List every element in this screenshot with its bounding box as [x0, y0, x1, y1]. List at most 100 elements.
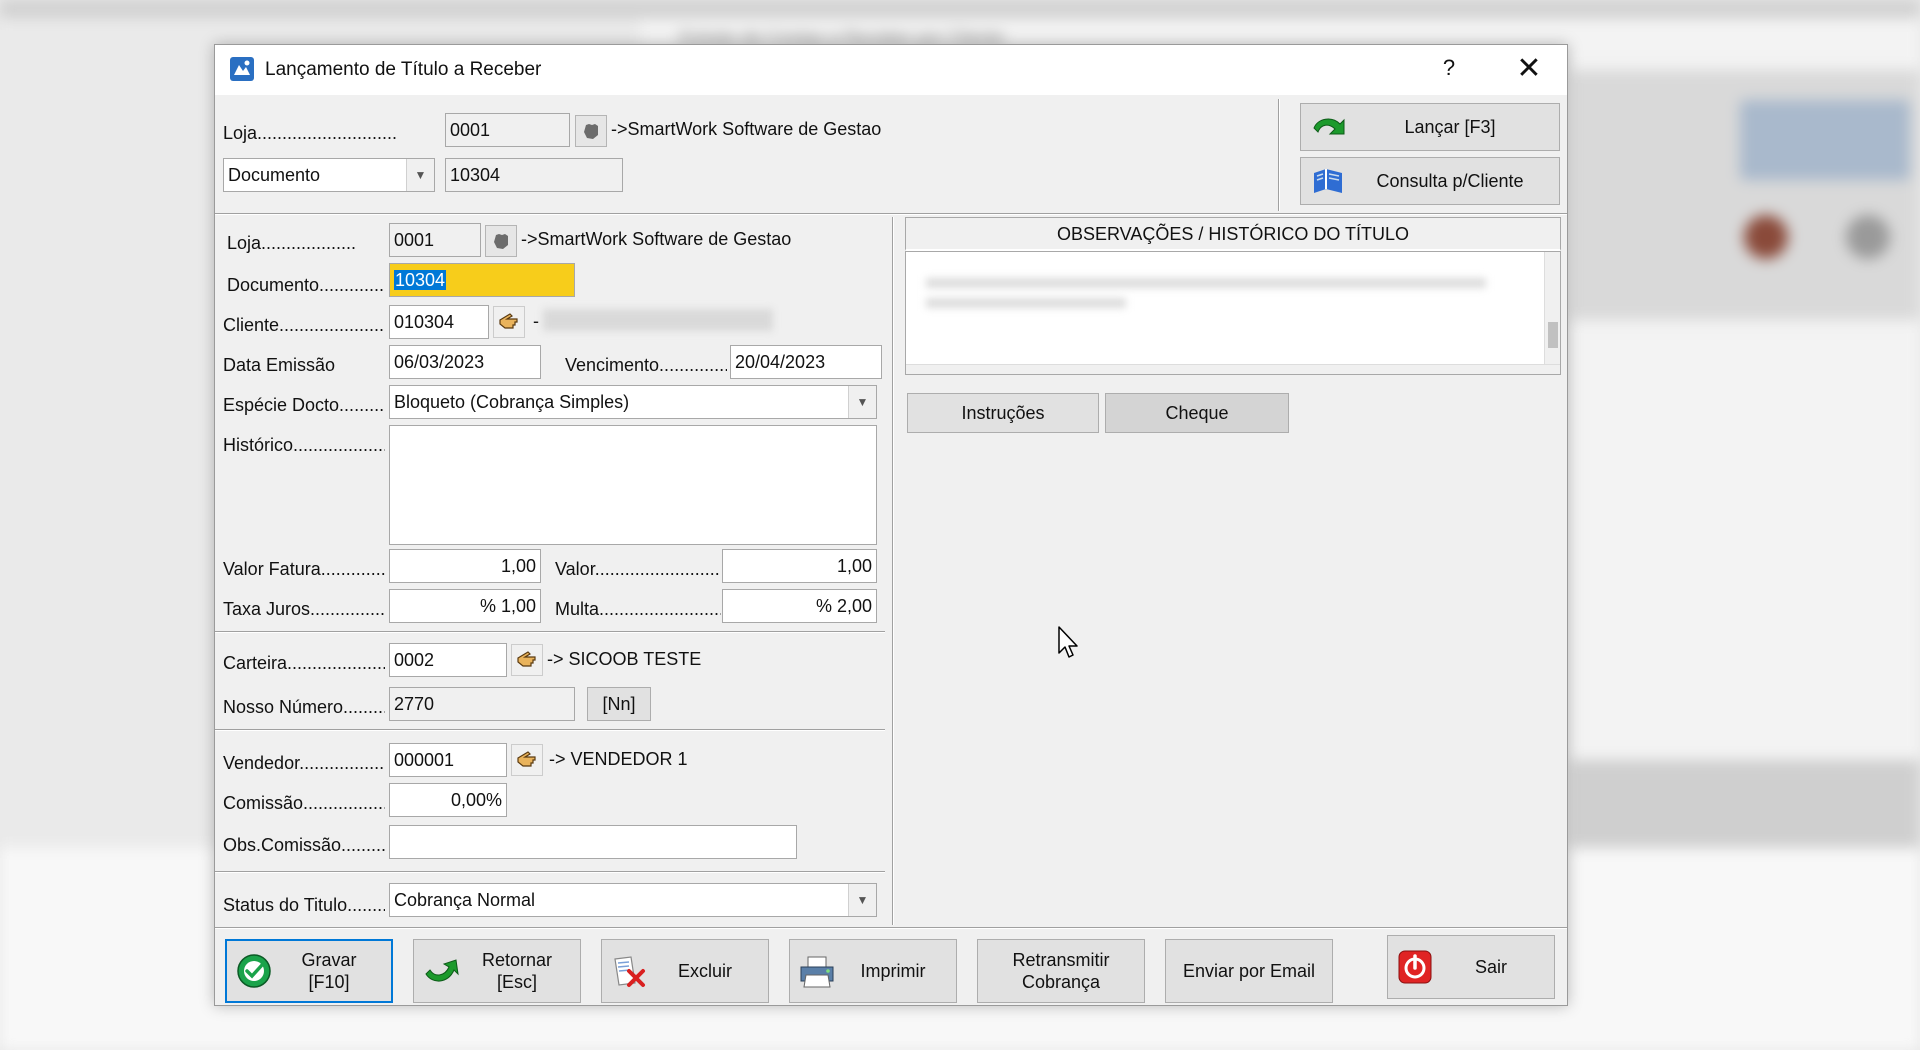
divider	[1278, 99, 1280, 211]
vencimento-label: Vencimento...............	[565, 355, 727, 375]
valor-input[interactable]: 1,00	[722, 549, 877, 583]
divider	[215, 631, 885, 633]
sair-button[interactable]: Sair	[1387, 935, 1555, 999]
nosso-numero-label: Nosso Número..........	[223, 697, 385, 717]
cliente-description: -	[533, 311, 539, 331]
pointing-hand-icon	[499, 313, 518, 329]
delete-icon	[610, 952, 648, 990]
lancar-button[interactable]: Lançar [F3]	[1300, 103, 1560, 151]
especie-docto-value: Bloqueto (Cobrança Simples)	[394, 392, 630, 412]
consulta-cliente-button[interactable]: Consulta p/Cliente	[1300, 157, 1560, 205]
close-button[interactable]: ✕	[1509, 51, 1549, 86]
dialog-window: Lançamento de Título a Receber ? ✕ Loja.…	[214, 44, 1568, 1006]
documento-label: Documento...............	[227, 275, 385, 295]
status-titulo-select[interactable]: Cobrança Normal ▼	[389, 883, 877, 917]
obs-comissao-input[interactable]	[389, 825, 797, 859]
bg-top-bar	[0, 0, 1920, 18]
tab-cheque[interactable]: Cheque	[1105, 393, 1289, 433]
especie-docto-select[interactable]: Bloqueto (Cobrança Simples) ▼	[389, 385, 877, 419]
return-arrow-icon	[422, 952, 460, 990]
comissao-label: Comissão......................	[223, 793, 385, 813]
hand-icon	[494, 234, 508, 249]
imprimir-button[interactable]: Imprimir	[789, 939, 957, 1003]
loja-label: Loja..............................	[227, 233, 355, 253]
obs-textarea[interactable]	[905, 251, 1561, 375]
chevron-down-icon: ▼	[848, 884, 876, 916]
chevron-down-icon: ▼	[406, 159, 434, 191]
search-loja-input[interactable]: 0001	[445, 113, 570, 147]
documento-input[interactable]: 10304	[389, 263, 575, 297]
app-icon	[229, 56, 255, 82]
nosso-numero-button[interactable]: [Nn]	[587, 687, 651, 721]
taxa-juros-label: Taxa Juros...............	[223, 599, 385, 619]
vendedor-input[interactable]: 000001	[389, 743, 507, 777]
nosso-numero-input[interactable]: 2770	[389, 687, 575, 721]
multa-input[interactable]: % 2,00	[722, 589, 877, 623]
valor-label: Valor..............................	[555, 559, 721, 579]
window-title: Lançamento de Título a Receber	[265, 59, 542, 80]
pointing-hand-icon	[517, 651, 536, 667]
especie-docto-label: Espécie Docto..........	[223, 395, 385, 415]
comissao-input[interactable]: 0,00%	[389, 783, 507, 817]
multa-label: Multa..............................	[555, 599, 721, 619]
search-loja-label: Loja..................................	[223, 123, 397, 143]
pointing-hand-icon	[517, 751, 536, 767]
vendedor-label: Vendedor.....................	[223, 753, 385, 773]
obs-vertical-scrollbar[interactable]	[1544, 252, 1560, 374]
status-titulo-label: Status do Titulo........	[223, 895, 385, 915]
valor-fatura-input[interactable]: 1,00	[389, 549, 541, 583]
scroll-thumb[interactable]	[1548, 322, 1558, 348]
status-titulo-value: Cobrança Normal	[394, 890, 536, 910]
divider	[215, 213, 1567, 215]
carteira-input[interactable]: 0002	[389, 643, 507, 677]
power-icon	[1396, 948, 1434, 986]
valor-fatura-label: Valor Fatura.............	[223, 559, 385, 579]
search-loja-description: ->SmartWork Software de Gestao	[611, 119, 882, 139]
loja-lookup-button[interactable]	[485, 225, 517, 257]
loja-input[interactable]: 0001	[389, 223, 481, 257]
bg-icon	[1744, 215, 1788, 259]
divider	[215, 871, 885, 873]
obs-comissao-label: Obs.Comissão..........	[223, 835, 385, 855]
save-check-icon	[235, 952, 273, 990]
data-emissao-label: Data Emissão	[223, 355, 336, 375]
gravar-button[interactable]: Gravar [F10]	[225, 939, 393, 1003]
obs-text-redacted	[926, 278, 1506, 318]
historico-label: Histórico.......................	[223, 435, 385, 455]
printer-icon	[798, 952, 836, 990]
return-arrow-icon	[1309, 108, 1347, 146]
loja-description: ->SmartWork Software de Gestao	[521, 229, 792, 249]
divider	[892, 217, 894, 925]
bg-tile	[1740, 100, 1910, 180]
data-emissao-input[interactable]: 06/03/2023	[389, 345, 541, 379]
cliente-name-redacted	[543, 309, 773, 331]
chevron-down-icon: ▼	[848, 386, 876, 418]
historico-textarea[interactable]	[389, 425, 877, 545]
cliente-lookup-button[interactable]	[493, 306, 525, 338]
help-button[interactable]: ?	[1431, 55, 1467, 81]
enviar-email-button[interactable]: Enviar por Email	[1165, 939, 1333, 1003]
divider	[215, 729, 885, 731]
title-bar: Lançamento de Título a Receber ? ✕	[215, 45, 1567, 95]
vendedor-lookup-button[interactable]	[511, 744, 543, 776]
bg-icon	[1846, 215, 1890, 259]
carteira-lookup-button[interactable]	[511, 644, 543, 676]
obs-header: OBSERVAÇÕES / HISTÓRICO DO TÍTULO	[905, 217, 1561, 251]
retransmitir-cobranca-button[interactable]: Retransmitir Cobrança	[977, 939, 1145, 1003]
book-icon	[1309, 162, 1347, 200]
search-document-input[interactable]: 10304	[445, 158, 623, 192]
search-type-select[interactable]: Documento ▼	[223, 158, 435, 192]
search-loja-lookup-button[interactable]	[575, 115, 607, 147]
taxa-juros-input[interactable]: % 1,00	[389, 589, 541, 623]
excluir-button[interactable]: Excluir	[601, 939, 769, 1003]
obs-horizontal-scrollbar[interactable]	[906, 364, 1560, 374]
cliente-input[interactable]: 010304	[389, 305, 489, 339]
retornar-button[interactable]: Retornar [Esc]	[413, 939, 581, 1003]
tab-instrucoes[interactable]: Instruções	[907, 393, 1099, 433]
cliente-label: Cliente.........................	[223, 315, 385, 335]
divider	[215, 927, 1567, 929]
vencimento-input[interactable]: 20/04/2023	[730, 345, 882, 379]
search-type-value: Documento	[228, 165, 321, 185]
carteira-label: Carteira........................	[223, 653, 385, 673]
carteira-description: -> SICOOB TESTE	[547, 649, 702, 669]
